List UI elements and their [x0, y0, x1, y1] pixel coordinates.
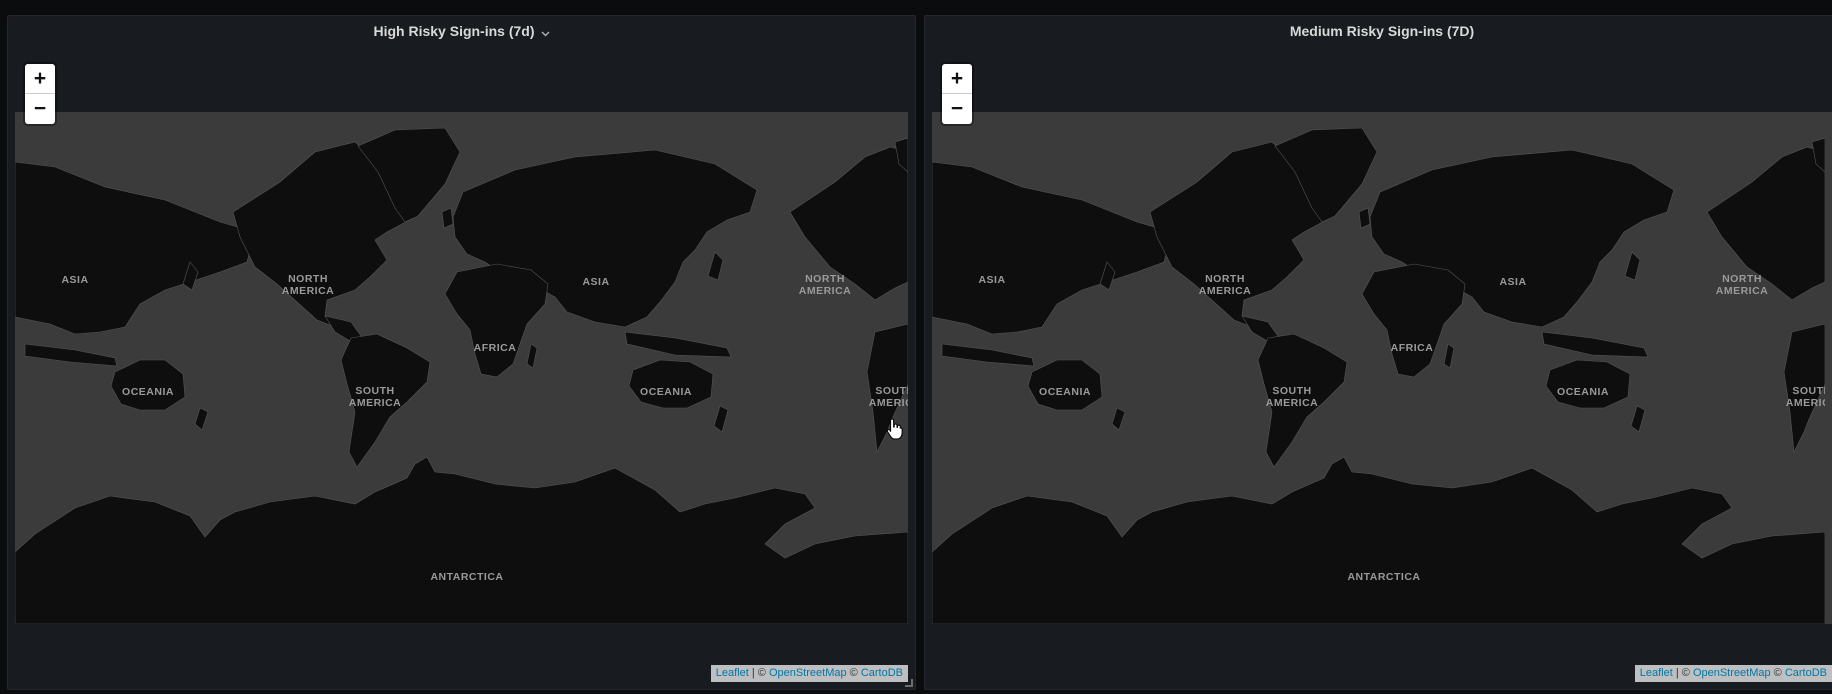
- attribution-separator: | ©: [1672, 667, 1693, 679]
- panel-title-header[interactable]: Medium Risky Sign-ins (7D): [925, 16, 1832, 46]
- openstreetmap-link[interactable]: OpenStreetMap: [769, 667, 847, 679]
- land-australia: [1545, 359, 1631, 409]
- map-attribution: Leaflet | © OpenStreetMap © CartoDB: [710, 665, 908, 682]
- world-map[interactable]: ASIA NORTH AMERICA ASIA NORTH AMERICA AF…: [932, 112, 1832, 624]
- land-indonesia-west: [941, 343, 1035, 367]
- label-asia-west: ASIA: [978, 274, 1005, 286]
- label-north-america-line1: NORTH: [288, 273, 328, 285]
- cartodb-link[interactable]: CartoDB: [861, 667, 903, 679]
- land-indonesia: [624, 331, 732, 358]
- label-africa: AFRICA: [1391, 342, 1434, 354]
- label-south-america-east-line1: SOUTH: [875, 385, 908, 397]
- land-uk: [441, 207, 454, 229]
- zoom-out-button[interactable]: −: [25, 94, 55, 124]
- chevron-down-icon[interactable]: [541, 17, 550, 47]
- label-north-america-east-line2: AMERICA: [1716, 285, 1769, 297]
- label-south-america-east-line1: SOUTH: [1792, 385, 1825, 397]
- label-north-america-east-line1: NORTH: [1722, 273, 1762, 285]
- label-oceania: OCEANIA: [1557, 386, 1609, 398]
- label-asia: ASIA: [582, 276, 609, 288]
- hand-pointer-icon: [886, 418, 904, 445]
- zoom-in-button[interactable]: +: [942, 64, 972, 94]
- land-australia: [628, 359, 714, 409]
- land-japan: [1624, 251, 1641, 281]
- world-map[interactable]: ASIA NORTH AMERICA ASIA NORTH AMERICA AF…: [15, 112, 908, 624]
- label-oceania: OCEANIA: [640, 386, 692, 398]
- leaflet-link[interactable]: Leaflet: [1640, 667, 1673, 679]
- cartodb-link[interactable]: CartoDB: [1785, 667, 1827, 679]
- label-oceania-west: OCEANIA: [122, 386, 174, 398]
- label-asia-west: ASIA: [61, 274, 88, 286]
- label-north-america-line2: AMERICA: [1199, 285, 1252, 297]
- land-new-zealand-west: [1111, 407, 1126, 431]
- land-australia-west: [110, 359, 186, 411]
- zoom-out-button[interactable]: −: [942, 94, 972, 124]
- label-oceania-west: OCEANIA: [1039, 386, 1091, 398]
- land-uk: [1358, 207, 1371, 229]
- label-north-america-line2: AMERICA: [282, 285, 335, 297]
- land-new-zealand-west: [194, 407, 209, 431]
- leaflet-link[interactable]: Leaflet: [716, 667, 749, 679]
- world-map-canvas[interactable]: ASIA NORTH AMERICA ASIA NORTH AMERICA AF…: [15, 112, 908, 624]
- label-south-america-line1: SOUTH: [1272, 385, 1311, 397]
- panel-medium-risky-sign-ins: Medium Risky Sign-ins (7D) + − ASIA NORT…: [924, 15, 1832, 690]
- zoom-in-button[interactable]: +: [25, 64, 55, 94]
- land-asia-west: [15, 161, 256, 335]
- world-map-canvas[interactable]: ASIA NORTH AMERICA ASIA NORTH AMERICA AF…: [932, 112, 1825, 624]
- attribution-copy: ©: [846, 667, 861, 679]
- attribution-separator: | ©: [748, 667, 769, 679]
- label-south-america-east-line2: AMERICA: [1786, 397, 1825, 409]
- land-indonesia-west: [24, 343, 118, 367]
- label-south-america-east-line2: AMERICA: [869, 397, 908, 409]
- label-south-america-line2: AMERICA: [349, 397, 402, 409]
- panel-high-risky-sign-ins: High Risky Sign-ins (7d) + − ASIA NORTH …: [7, 15, 916, 690]
- label-north-america-line1: NORTH: [1205, 273, 1245, 285]
- openstreetmap-link[interactable]: OpenStreetMap: [1693, 667, 1771, 679]
- panel-title-header[interactable]: High Risky Sign-ins (7d): [8, 16, 915, 46]
- land-australia-west: [1027, 359, 1103, 411]
- panel-title[interactable]: High Risky Sign-ins (7d): [373, 23, 534, 39]
- label-south-america-line1: SOUTH: [355, 385, 394, 397]
- land-madagascar: [526, 343, 538, 369]
- land-madagascar: [1443, 343, 1455, 369]
- label-south-america-line2: AMERICA: [1266, 397, 1319, 409]
- panel-title[interactable]: Medium Risky Sign-ins (7D): [1290, 23, 1474, 39]
- attribution-copy: ©: [1770, 667, 1785, 679]
- land-new-zealand: [713, 405, 729, 433]
- map-attribution: Leaflet | © OpenStreetMap © CartoDB: [1634, 665, 1832, 682]
- land-asia-west: [932, 161, 1173, 335]
- land-antarctica: [932, 456, 1825, 624]
- land-japan: [707, 251, 724, 281]
- land-indonesia: [1541, 331, 1649, 358]
- map-zoom-control: + −: [942, 64, 972, 124]
- label-africa: AFRICA: [474, 342, 517, 354]
- map-zoom-control: + −: [25, 64, 55, 124]
- label-asia: ASIA: [1499, 276, 1526, 288]
- label-antarctica: ANTARCTICA: [430, 571, 503, 583]
- label-north-america-east-line2: AMERICA: [799, 285, 852, 297]
- label-antarctica: ANTARCTICA: [1347, 571, 1420, 583]
- land-new-zealand: [1630, 405, 1646, 433]
- land-antarctica: [15, 456, 908, 624]
- label-north-america-east-line1: NORTH: [805, 273, 845, 285]
